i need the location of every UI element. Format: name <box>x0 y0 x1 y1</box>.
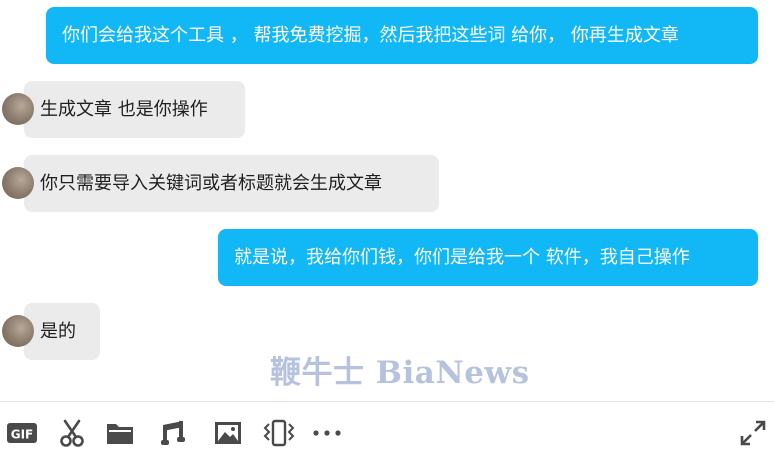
chat-toolbar: GIF <box>0 402 774 467</box>
music-icon <box>161 421 185 445</box>
message-bubble-outgoing: 你们会给我这个工具 ， 帮我免费挖掘，然后我把这些词 给你， 你再生成文章 <box>46 7 758 64</box>
folder-icon <box>107 424 133 444</box>
gif-button[interactable]: GIF <box>5 416 39 450</box>
chat-area: 你们会给我这个工具 ， 帮我免费挖掘，然后我把这些词 给你， 你再生成文章 生成… <box>0 0 774 398</box>
image-button[interactable] <box>211 416 245 450</box>
message-text: 你们会给我这个工具 ， 帮我免费挖掘，然后我把这些词 给你， 你再生成文章 <box>62 25 679 46</box>
expand-button[interactable] <box>736 416 770 450</box>
expand-icon <box>740 420 766 446</box>
watermark: 鞭牛士 BiaNews <box>270 355 530 391</box>
avatar[interactable] <box>2 93 34 125</box>
file-button[interactable] <box>103 416 137 450</box>
image-icon <box>215 422 241 444</box>
message-text: 是的 <box>40 321 76 342</box>
more-button[interactable] <box>310 416 344 450</box>
message-text: 你只需要导入关键词或者标题就会生成文章 <box>40 173 382 194</box>
gif-icon: GIF <box>7 423 37 443</box>
scissors-icon <box>60 419 84 447</box>
screenshot-button[interactable] <box>55 416 89 450</box>
message-bubble-incoming: 是的 <box>2 303 100 360</box>
avatar[interactable] <box>2 315 34 347</box>
message-bubble-outgoing: 就是说，我给你们钱，你们是给我一个 软件，我自己操作 <box>218 229 758 286</box>
music-button[interactable] <box>156 416 190 450</box>
more-icon <box>313 430 341 436</box>
shake-icon <box>263 419 295 447</box>
message-text: 就是说，我给你们钱，你们是给我一个 软件，我自己操作 <box>234 247 690 268</box>
shake-button[interactable] <box>262 416 296 450</box>
message-text: 生成文章 也是你操作 <box>40 99 208 120</box>
message-bubble-incoming: 你只需要导入关键词或者标题就会生成文章 <box>2 155 439 212</box>
avatar[interactable] <box>2 167 34 199</box>
message-bubble-incoming: 生成文章 也是你操作 <box>2 81 245 138</box>
svg-text:GIF: GIF <box>11 428 34 442</box>
